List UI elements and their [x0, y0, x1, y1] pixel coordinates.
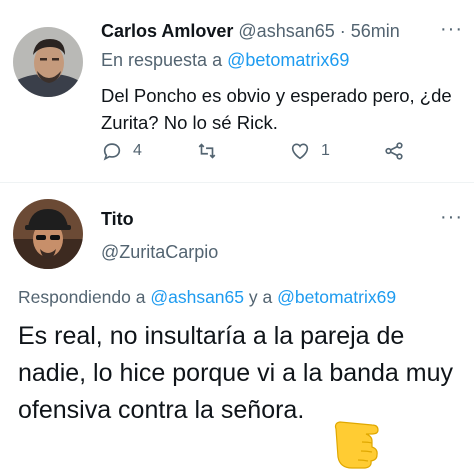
- reply-mention-2[interactable]: @betomatrix69: [277, 287, 396, 307]
- timestamp[interactable]: 56min: [351, 21, 400, 41]
- reply-count: 4: [133, 142, 142, 159]
- reply-mention-1[interactable]: @ashsan65: [150, 287, 244, 307]
- like-icon: [291, 143, 309, 160]
- share-button[interactable]: [383, 140, 405, 162]
- tweet-actions: 4 1: [101, 140, 421, 170]
- author-name[interactable]: Tito: [101, 209, 134, 230]
- more-icon[interactable]: ···: [440, 18, 463, 41]
- reply-prefix: Respondiendo a: [18, 287, 146, 307]
- like-count: 1: [321, 142, 330, 159]
- tweet1-header: Carlos Amlover @ashsan65 · 56min: [101, 21, 400, 42]
- pointing-hand-emoji: [334, 421, 379, 469]
- tweet-text: Del Poncho es obvio y esperado pero, ¿de…: [101, 85, 452, 133]
- retweet-button[interactable]: [196, 140, 218, 162]
- reply-button[interactable]: 4: [101, 140, 142, 162]
- reply-context: Respondiendo a @ashsan65 y a @betomatrix…: [18, 287, 396, 308]
- separator: ·: [339, 21, 346, 41]
- reply-joiner: y a: [248, 287, 273, 307]
- share-icon: [385, 142, 403, 160]
- reply-mention[interactable]: @betomatrix69: [227, 50, 349, 70]
- reply-icon: [103, 143, 121, 161]
- reply-prefix: En respuesta a: [101, 50, 223, 70]
- retweet-icon: [198, 143, 216, 159]
- author-handle[interactable]: @ashsan65: [238, 21, 334, 41]
- avatar-tito[interactable]: [13, 199, 83, 269]
- more-icon[interactable]: ···: [440, 206, 463, 229]
- tweet-divider: [0, 182, 474, 183]
- like-button[interactable]: 1: [289, 140, 330, 162]
- avatar-carlos[interactable]: [13, 27, 83, 97]
- reply-context: En respuesta a @betomatrix69: [101, 50, 349, 71]
- author-name[interactable]: Carlos Amlover: [101, 21, 233, 41]
- author-handle[interactable]: @ZuritaCarpio: [101, 242, 218, 263]
